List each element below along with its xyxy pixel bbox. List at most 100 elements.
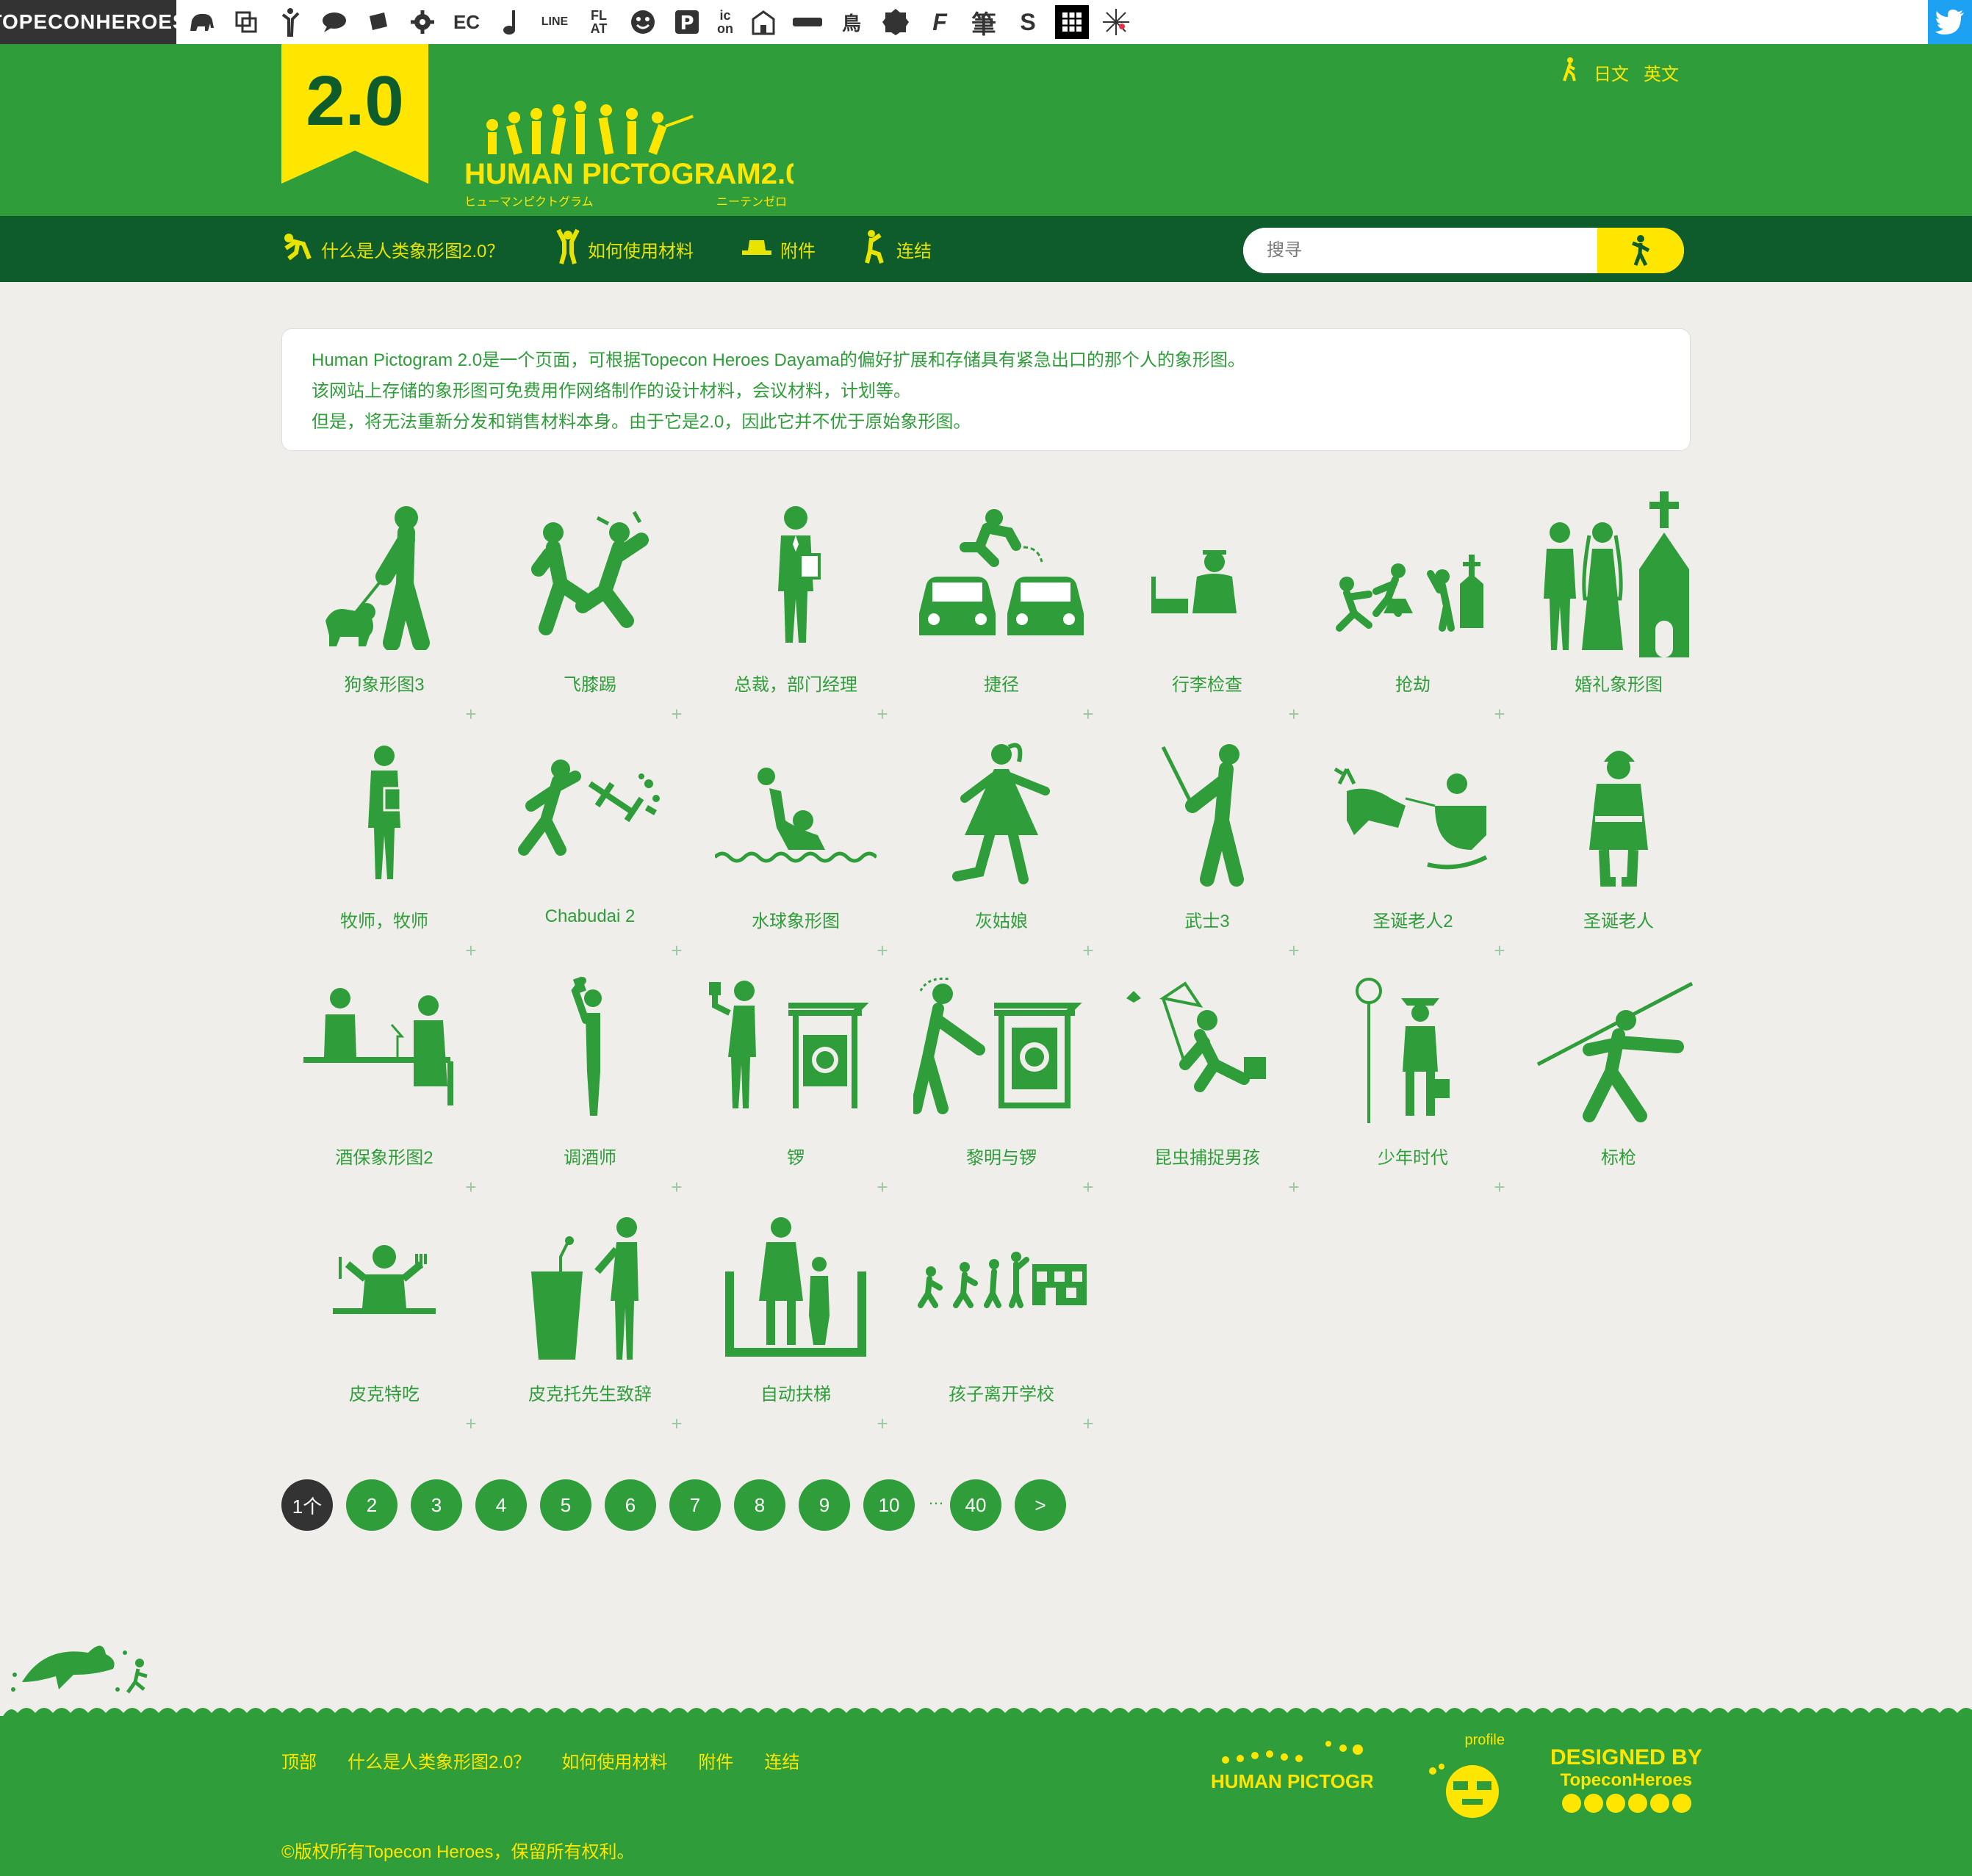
pictogram-card[interactable]: 捷径 [899,485,1104,721]
page-button[interactable]: 7 [669,1479,721,1531]
burst-icon[interactable] [1099,5,1133,39]
flat-icon[interactable]: FL AT [582,5,616,39]
pictogram-label: 婚礼象形图 [1575,675,1663,695]
pictogram-card[interactable]: 抢劫 [1310,485,1516,721]
pictogram-card[interactable]: 飞膝踢 [487,485,693,721]
bug-catcher-icon [1104,958,1310,1141]
pictogram-card[interactable]: 昆虫捕捉男孩 [1104,958,1310,1194]
pictogram-card[interactable]: 圣诞老人2 [1310,721,1516,958]
separator-plus-icon: + [465,1413,477,1435]
search-button[interactable] [1597,228,1684,273]
profile-link[interactable]: profile [1424,1732,1505,1820]
next-page-button[interactable]: > [1015,1479,1066,1531]
icon-on-icon[interactable]: ic on [714,5,736,39]
footer-link-what[interactable]: 什么是人类象形图2.0？ [348,1747,530,1773]
separator-plus-icon: + [877,703,888,725]
search-input[interactable] [1243,228,1597,273]
pictogram-card[interactable]: 牧师，牧师 [281,721,487,958]
bird-icon[interactable]: 鳥 [835,5,868,39]
copy-icon[interactable] [229,5,263,39]
pictogram-card[interactable]: 黎明与锣 [899,958,1104,1194]
building-icon[interactable] [746,5,780,39]
f-icon[interactable]: F [923,5,957,39]
parking-icon[interactable]: P [670,5,704,39]
footer-link-attachments[interactable]: 附件 [698,1747,733,1773]
page-button[interactable]: 9 [799,1479,850,1531]
pictogram-label: Chabudai 2 [544,906,636,926]
smile-icon[interactable] [626,5,660,39]
lang-en-link[interactable]: 英文 [1644,59,1679,85]
page-button[interactable]: 6 [605,1479,656,1531]
pictogram-card[interactable]: 总裁，部门经理 [693,485,899,721]
page-button[interactable]: 8 [734,1479,785,1531]
lang-ja-link[interactable]: 日文 [1594,59,1629,85]
pictogram-card[interactable]: 锣 [693,958,899,1194]
footer-link-top[interactable]: 顶部 [281,1747,317,1773]
nav-label: 连结 [896,241,932,261]
pictogram-card[interactable]: 调酒师 [487,958,693,1194]
nav-label: 如何使用材料 [588,241,694,261]
runner-icon [281,232,314,267]
page-button[interactable]: 4 [475,1479,527,1531]
pictogram-card[interactable]: Chabudai 2 [487,721,693,958]
pictogram-card[interactable]: 酒保象形图2 [281,958,487,1194]
flag-icon[interactable] [361,5,395,39]
pictogram-card[interactable]: 武士3 [1104,721,1310,958]
topeconheroes-logo[interactable]: TOPECONHEROES [0,0,187,44]
pictogram-card[interactable]: 孩子离开学校 [899,1194,1104,1431]
nav-item-attachments[interactable]: 附件 [741,216,816,282]
version-badge[interactable]: 2.0 [281,44,428,184]
pictogram-card[interactable]: 行李检查 [1104,485,1310,721]
footer-logo[interactable]: HUMAN PICTOGRAM2.0 [1211,1738,1372,1797]
pictogram-label: 孩子离开学校 [949,1385,1054,1404]
line-icon[interactable]: LINE [538,5,572,39]
pictogram-card[interactable]: 标枪 [1516,958,1721,1194]
pictogram-card[interactable]: 圣诞老人 [1516,721,1721,958]
search-box [1243,228,1684,273]
speech-podium-icon [487,1194,693,1378]
speech-icon[interactable] [317,5,351,39]
samurai-icon [1104,721,1310,905]
badge-icon[interactable] [879,5,913,39]
site-logo[interactable]: HUMAN PICTOGRAM2.0 ヒューマンピクトグラム ニーテンゼロ [463,73,794,228]
search-runner-icon [1632,235,1650,267]
pictogram-card[interactable]: 自动扶梯 [693,1194,899,1431]
separator-plus-icon: + [1082,1413,1094,1435]
flying-knee-icon [487,485,693,668]
s-icon[interactable]: S [1011,5,1045,39]
nav-label: 附件 [780,241,816,261]
twitter-icon[interactable] [1928,0,1972,44]
pictogram-card[interactable]: 灰姑娘 [899,721,1104,958]
grid-icon[interactable] [1055,5,1089,39]
page-button[interactable]: 10 [863,1479,915,1531]
pictogram-card[interactable]: 狗象形图3 [281,485,487,721]
car-icon[interactable] [791,5,824,39]
nav-item-what[interactable]: 什么是人类象形图2.0？ [281,216,504,282]
ec-icon[interactable]: EC [450,5,483,39]
page-button[interactable]: 3 [411,1479,462,1531]
pictogram-card[interactable]: 少年时代 [1310,958,1516,1194]
nav-item-links[interactable]: 连结 [864,216,932,282]
page-button[interactable]: 5 [540,1479,591,1531]
pictogram-card[interactable]: 皮克托先生致辞 [487,1194,693,1431]
pictogram-card[interactable]: 水球象形图 [693,721,899,958]
brush-icon[interactable]: 筆 [967,5,1001,39]
page-button[interactable]: 2 [346,1479,397,1531]
person-icon[interactable] [273,5,307,39]
profile-label: profile [1464,1732,1505,1748]
elephant-icon[interactable] [185,5,219,39]
profile-face-icon [1429,1764,1499,1818]
note-icon[interactable] [494,5,528,39]
footer-link-howto[interactable]: 如何使用材料 [561,1747,667,1773]
nav-item-howto[interactable]: 如何使用材料 [555,216,694,282]
gear-icon[interactable] [406,5,439,39]
water-polo-icon [693,721,899,905]
separator-plus-icon: + [1082,703,1094,725]
separator-plus-icon: + [671,1413,683,1435]
pictogram-card[interactable]: 婚礼象形图 [1516,485,1721,721]
designed-by[interactable]: DESIGNED BY TopeconHeroes [1550,1745,1702,1819]
page-button-current[interactable]: 1个 [281,1479,333,1531]
footer-link-links[interactable]: 连结 [764,1747,799,1773]
page-button-last[interactable]: 40 [950,1479,1001,1531]
pictogram-card[interactable]: 皮克特吃 [281,1194,487,1431]
